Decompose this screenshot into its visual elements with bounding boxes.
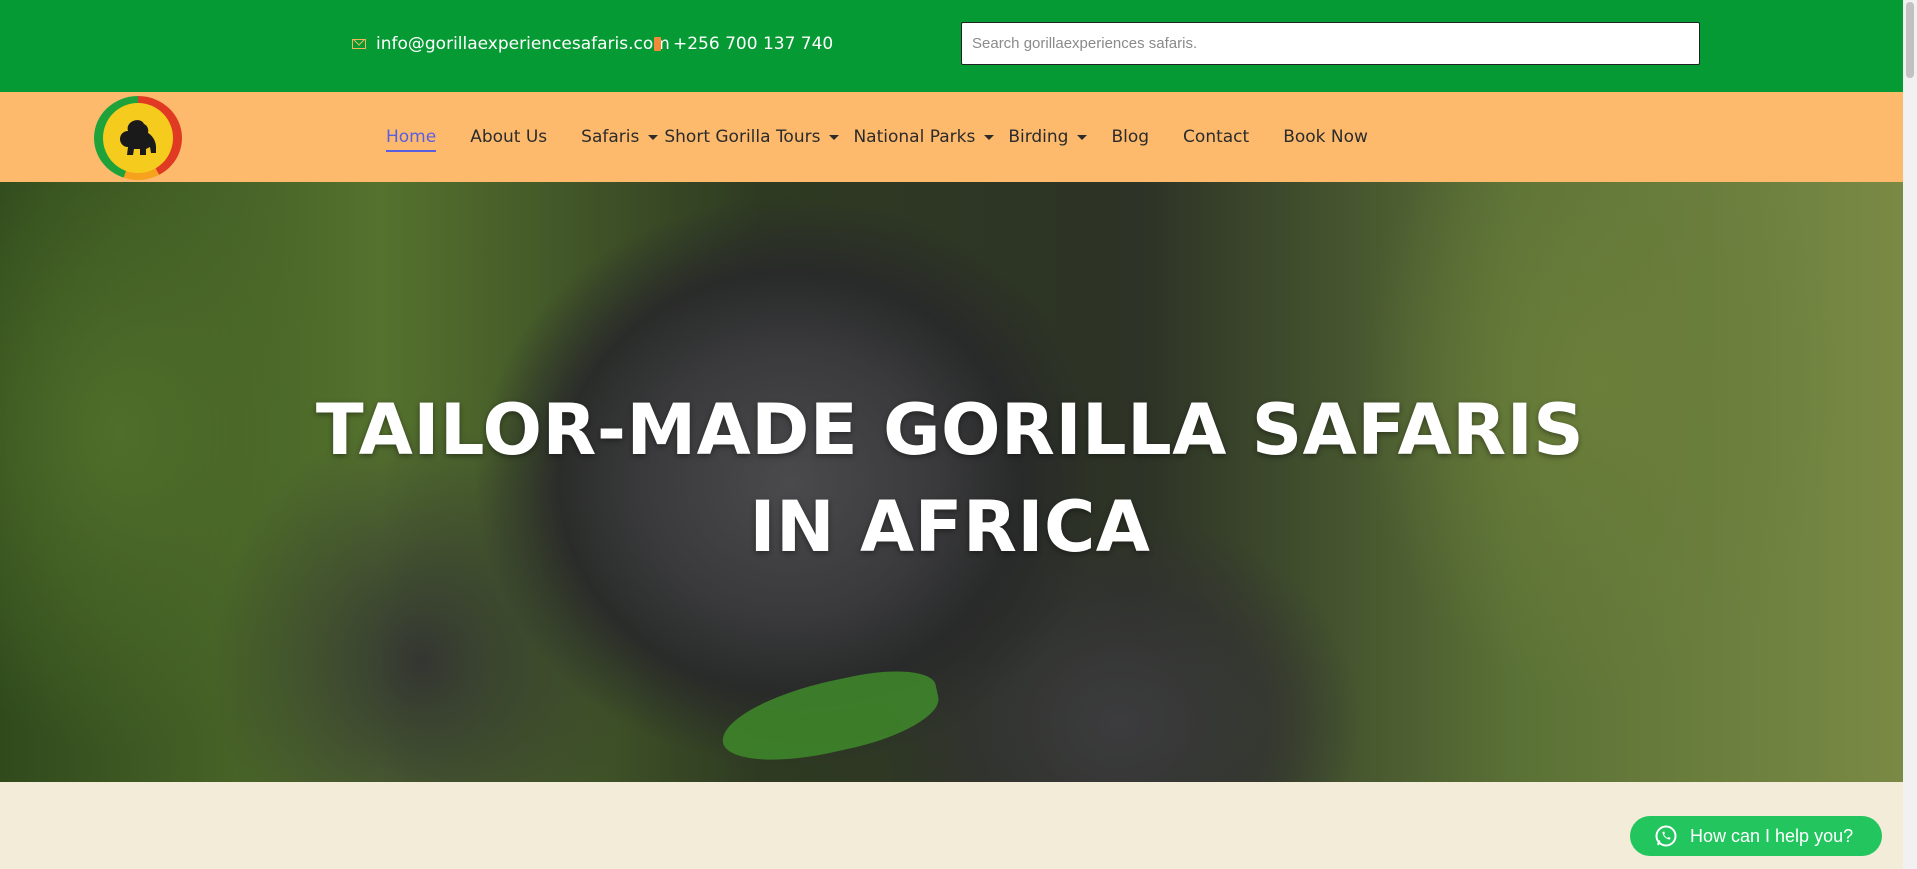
whatsapp-icon — [1655, 825, 1677, 847]
email-contact[interactable]: info@gorillaexperiencesafaris.com — [352, 34, 670, 54]
page-scrollbar[interactable] — [1903, 0, 1917, 869]
nav-item-contact[interactable]: Contact — [1183, 127, 1249, 147]
caret-down-icon[interactable] — [829, 134, 840, 140]
nav-item-about-us[interactable]: About Us — [470, 127, 547, 147]
nav-item-national-parks[interactable]: National Parks — [853, 127, 995, 147]
nav-label[interactable]: Contact — [1183, 127, 1249, 147]
phone-text[interactable]: +256 700 137 740 — [673, 34, 833, 54]
envelope-icon — [352, 39, 366, 49]
nav-item-birding[interactable]: Birding — [1008, 127, 1088, 147]
logo-emblem — [103, 103, 173, 173]
nav-label[interactable]: Safaris — [581, 127, 639, 147]
phone-contact[interactable]: +256 700 137 740 — [654, 34, 833, 54]
hero-title: TAILOR-MADE GORILLA SAFARIS IN AFRICA — [315, 389, 1585, 568]
nav-item-home[interactable]: Home — [386, 122, 437, 152]
hero-photo-detail — [715, 659, 945, 775]
phone-icon — [654, 37, 661, 51]
whatsapp-chat-button[interactable]: How can I help you? — [1630, 816, 1882, 856]
email-text[interactable]: info@gorillaexperiencesafaris.com — [376, 34, 670, 54]
nav-label[interactable]: National Parks — [853, 127, 975, 147]
caret-down-icon[interactable] — [984, 134, 995, 140]
caret-down-icon[interactable] — [648, 134, 659, 140]
scrollbar-thumb[interactable] — [1906, 2, 1914, 78]
top-bar: info@gorillaexperiencesafaris.com +256 7… — [0, 0, 1903, 92]
nav-label[interactable]: Home — [386, 127, 437, 152]
nav-label[interactable]: Short Gorilla Tours — [664, 127, 820, 147]
nav-item-blog[interactable]: Blog — [1111, 127, 1149, 147]
main-navbar: Home About Us Safaris Short Gorilla Tour… — [0, 92, 1903, 182]
nav-label[interactable]: Birding — [1008, 127, 1068, 147]
primary-nav: Home About Us Safaris Short Gorilla Tour… — [386, 92, 1402, 182]
nav-label[interactable]: Book Now — [1283, 127, 1368, 147]
nav-label[interactable]: About Us — [470, 127, 547, 147]
search-input[interactable] — [961, 22, 1700, 65]
nav-label[interactable]: Blog — [1111, 127, 1149, 147]
caret-down-icon[interactable] — [1077, 134, 1088, 140]
nav-item-book-now[interactable]: Book Now — [1283, 127, 1368, 147]
chat-label[interactable]: How can I help you? — [1690, 826, 1853, 847]
site-logo[interactable] — [94, 96, 182, 180]
nav-item-short-gorilla-tours[interactable]: Short Gorilla Tours — [664, 127, 840, 147]
nav-item-safaris[interactable]: Safaris — [581, 127, 659, 147]
hero-banner: TAILOR-MADE GORILLA SAFARIS IN AFRICA — [0, 182, 1903, 782]
gorilla-icon — [120, 120, 156, 155]
